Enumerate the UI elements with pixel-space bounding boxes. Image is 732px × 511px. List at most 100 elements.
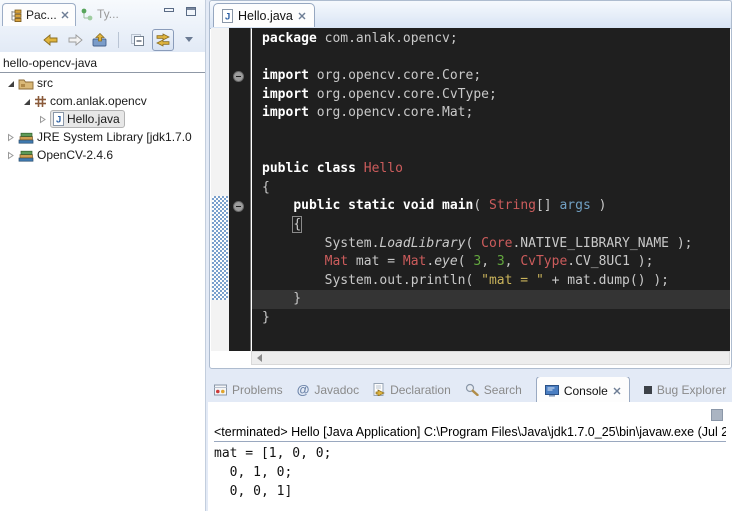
tab-problems-label: Problems	[232, 383, 283, 397]
link-with-editor-button[interactable]	[152, 29, 174, 51]
console-output-line[interactable]: 0, 1, 0;	[214, 463, 732, 482]
terminate-button[interactable]	[711, 409, 723, 421]
code-line[interactable]: package com.anlak.opencv;	[252, 30, 730, 49]
tab-console-label: Console	[564, 384, 608, 398]
library-icon	[18, 149, 34, 162]
code-line[interactable]: }	[252, 290, 730, 309]
tab-declaration-label: Declaration	[390, 383, 451, 397]
close-icon[interactable]	[613, 387, 621, 395]
range-indicator	[212, 196, 228, 300]
tab-javadoc-label: Javadoc	[314, 383, 359, 397]
code-line[interactable]: {	[252, 179, 730, 198]
code-line[interactable]: }	[252, 309, 730, 328]
bottom-panel: Problems @ Javadoc Declaration Search Co…	[208, 377, 732, 511]
console-icon	[545, 385, 559, 397]
tab-type-hierarchy[interactable]: Ty...	[80, 7, 119, 21]
java-file-icon: J	[222, 9, 233, 23]
tab-package-explorer[interactable]: Pac...	[2, 3, 76, 26]
package-icon	[34, 95, 47, 108]
code-line[interactable]: public static void main( String[] args )	[252, 197, 730, 216]
close-icon[interactable]	[298, 12, 306, 20]
tree-separator	[0, 72, 205, 73]
tab-bug-explorer-label: Bug Explorer	[657, 383, 726, 397]
expanded-arrow-icon[interactable]	[6, 79, 15, 88]
minimize-button[interactable]	[163, 6, 175, 17]
tab-declaration[interactable]: Declaration	[373, 383, 451, 397]
bottom-tabbar: Problems @ Javadoc Declaration Search Co…	[208, 377, 732, 402]
svg-text:J: J	[56, 115, 61, 126]
editor-code-area[interactable]: package com.anlak.opencv; import org.open…	[252, 28, 730, 351]
source-folder-icon	[18, 77, 34, 90]
code-line[interactable]: import org.opencv.core.CvType;	[252, 86, 730, 105]
package-explorer-toolbar	[0, 27, 199, 52]
code-line[interactable]: import org.opencv.core.Mat;	[252, 104, 730, 123]
tab-problems[interactable]: Problems	[214, 383, 283, 397]
console-title: <terminated> Hello [Java Application] C:…	[214, 425, 726, 442]
back-button[interactable]	[40, 30, 60, 50]
code-line[interactable]	[252, 123, 730, 142]
expanded-arrow-icon[interactable]	[22, 97, 31, 106]
console-view: <terminated> Hello [Java Application] C:…	[208, 402, 732, 511]
type-hierarchy-icon	[80, 8, 93, 21]
tree-item-label: Hello.java	[67, 112, 120, 126]
toolbar-separator	[118, 32, 119, 48]
collapse-all-button[interactable]	[127, 30, 147, 50]
project-label: hello-opencv-java	[3, 56, 97, 70]
editor-tabbar: J Hello.java	[210, 1, 731, 29]
code-line[interactable]	[252, 142, 730, 161]
java-file-icon: J	[53, 112, 64, 126]
svg-text:J: J	[225, 11, 230, 22]
tree-item-label: JRE System Library [jdk1.7.0	[37, 130, 192, 144]
tree-item-package[interactable]: com.anlak.opencv	[0, 92, 205, 110]
collapsed-arrow-icon[interactable]	[38, 115, 47, 124]
up-button[interactable]	[90, 30, 110, 50]
tree-item-opencv-library[interactable]: OpenCV-2.4.6	[0, 146, 205, 164]
tab-bug-explorer[interactable]: Bug Explorer	[644, 383, 726, 397]
annotation-ruler[interactable]	[211, 28, 229, 351]
fold-collapse-icon[interactable]	[233, 71, 244, 82]
console-output-line[interactable]: 0, 0, 1]	[214, 482, 732, 501]
tree-item-project[interactable]: hello-opencv-java	[0, 54, 205, 72]
package-explorer-icon	[9, 9, 22, 22]
tree-item-label: OpenCV-2.4.6	[37, 148, 113, 162]
package-explorer-panel: Pac... Ty...	[0, 0, 206, 511]
scroll-left-arrow-icon[interactable]	[257, 354, 262, 362]
code-line[interactable]: {	[252, 216, 730, 235]
collapsed-arrow-icon[interactable]	[6, 133, 15, 142]
tree-item-label: src	[37, 76, 53, 90]
code-line[interactable]: Mat mat = Mat.eye( 3, 3, CvType.CV_8UC1 …	[252, 253, 730, 272]
editor-panel: J Hello.java package com.anlak.opencv; im…	[209, 0, 732, 369]
fold-collapse-icon[interactable]	[233, 201, 244, 212]
maximize-button[interactable]	[185, 6, 197, 17]
tab-search[interactable]: Search	[465, 383, 522, 397]
forward-button[interactable]	[65, 30, 85, 50]
tab-console[interactable]: Console	[536, 377, 630, 402]
code-line[interactable]: System.LoadLibrary( Core.NATIVE_LIBRARY_…	[252, 235, 730, 254]
problems-icon	[214, 384, 227, 396]
tab-javadoc[interactable]: @ Javadoc	[297, 382, 359, 397]
tab-type-hierarchy-label: Ty...	[97, 7, 119, 21]
tree-item-src[interactable]: src	[0, 74, 205, 92]
collapsed-arrow-icon[interactable]	[6, 151, 15, 160]
code-line[interactable]: System.out.println( "mat = " + mat.dump(…	[252, 272, 730, 291]
folding-margin[interactable]	[229, 28, 251, 351]
package-explorer-tree: hello-opencv-java src com.anlak.opencv J…	[0, 54, 205, 511]
selected-tree-item[interactable]: J Hello.java	[50, 110, 125, 128]
tree-item-jre-library[interactable]: JRE System Library [jdk1.7.0	[0, 128, 205, 146]
bug-explorer-icon	[644, 386, 652, 394]
code-line[interactable]: public class Hello	[252, 160, 730, 179]
tab-search-label: Search	[484, 383, 522, 397]
library-icon	[18, 131, 34, 144]
editor-tab-label: Hello.java	[238, 9, 293, 23]
view-menu-button[interactable]	[179, 30, 199, 50]
console-output-line[interactable]: mat = [1, 0, 0;	[214, 444, 732, 463]
horizontal-scrollbar[interactable]	[251, 351, 730, 365]
code-line[interactable]	[252, 49, 730, 68]
code-line[interactable]: import org.opencv.core.Core;	[252, 67, 730, 86]
console-output[interactable]: mat = [1, 0, 0; 0, 1, 0; 0, 0, 1]	[214, 444, 732, 501]
editor-tab-hello-java[interactable]: J Hello.java	[213, 3, 315, 27]
tab-package-explorer-label: Pac...	[26, 8, 57, 22]
tree-item-hello-java[interactable]: J Hello.java	[0, 110, 205, 128]
close-icon[interactable]	[61, 11, 69, 19]
tree-item-label: com.anlak.opencv	[50, 94, 147, 108]
